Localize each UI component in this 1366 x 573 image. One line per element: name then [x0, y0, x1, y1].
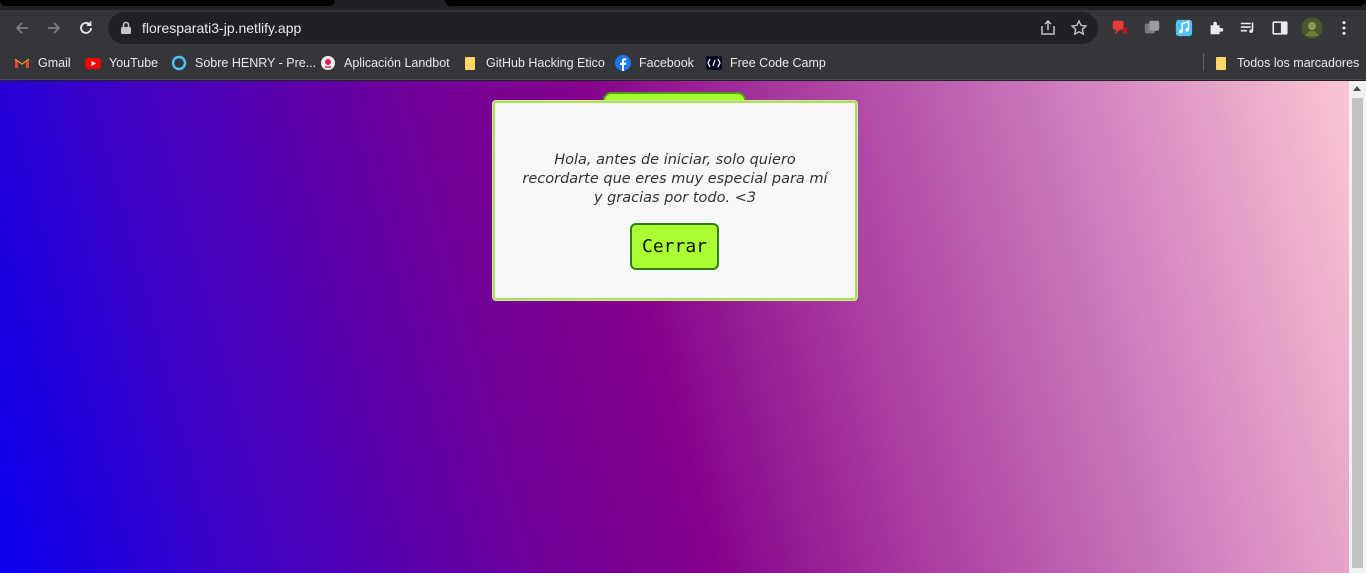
folder-icon: [462, 55, 478, 71]
folder-icon: [1213, 55, 1229, 71]
tab-right[interactable]: [445, 0, 1366, 6]
facebook-icon: [615, 55, 631, 71]
bookmark-facebook[interactable]: Facebook: [615, 54, 694, 72]
bookmark-label: Aplicación Landbot: [344, 56, 450, 70]
bookmark-youtube[interactable]: YouTube: [85, 54, 158, 72]
bookmark-github-hacking[interactable]: GitHub Hacking Etico: [462, 54, 605, 72]
browser-toolbar: floresparati3-jp.netlify.app: [0, 10, 1366, 45]
share-icon[interactable]: [1039, 19, 1057, 37]
youtube-icon: [85, 55, 101, 71]
arrow-right-icon: [48, 22, 61, 34]
scrollbar-thumb[interactable]: [1352, 98, 1363, 568]
profile-avatar[interactable]: [1301, 17, 1323, 39]
extension-music-icon[interactable]: [1174, 18, 1194, 38]
bookmarks-bar: Gmail YouTube Sobre HENRY - Pre... Aplic…: [0, 45, 1366, 80]
back-button[interactable]: [8, 14, 36, 42]
reload-icon: [80, 21, 92, 34]
forward-button[interactable]: [40, 14, 68, 42]
bookmark-label: Facebook: [639, 56, 694, 70]
extension-gray-icon[interactable]: [1142, 18, 1162, 38]
bookmark-label: Free Code Camp: [730, 56, 826, 70]
reload-button[interactable]: [72, 14, 100, 42]
bookmark-freecodecamp[interactable]: Free Code Camp: [706, 54, 826, 72]
bookmark-label: Sobre HENRY - Pre...: [195, 56, 317, 70]
puzzle-icon[interactable]: [1206, 18, 1226, 38]
page-viewport: Hola, antes de iniciar, solo quiero reco…: [0, 81, 1349, 573]
bookmarks-separator: [1203, 53, 1204, 71]
tab-left[interactable]: [0, 0, 335, 6]
bookmark-label: YouTube: [109, 56, 159, 70]
welcome-modal: Hola, antes de iniciar, solo quiero reco…: [493, 101, 857, 300]
side-panel-icon[interactable]: [1270, 18, 1290, 38]
bookmark-all-folder[interactable]: Todos los marcadores: [1213, 54, 1359, 72]
henry-icon: [171, 55, 187, 71]
star-icon[interactable]: [1070, 19, 1088, 37]
bookmark-henry[interactable]: Sobre HENRY - Pre...: [171, 54, 316, 72]
gmail-icon: [14, 55, 30, 71]
arrow-left-icon: [15, 22, 28, 34]
bookmark-label: Todos los marcadores: [1237, 56, 1360, 70]
scroll-up-arrow-icon[interactable]: [1353, 86, 1361, 91]
bookmark-gmail[interactable]: Gmail: [14, 54, 71, 72]
bookmark-label: Gmail: [38, 56, 71, 70]
modal-message: Hola, antes de iniciar, solo quiero reco…: [522, 152, 828, 206]
landbot-icon: [320, 55, 336, 71]
menu-kebab-icon[interactable]: [1334, 18, 1354, 38]
url-text: floresparati3-jp.netlify.app: [142, 20, 302, 36]
reading-list-icon[interactable]: [1238, 18, 1258, 38]
lock-icon: [121, 21, 131, 34]
tab-strip: [0, 0, 1366, 10]
bookmark-landbot[interactable]: Aplicación Landbot: [320, 54, 450, 72]
page-scrollbar[interactable]: [1349, 81, 1366, 573]
bookmark-label: GitHub Hacking Etico: [486, 56, 605, 70]
address-bar[interactable]: floresparati3-jp.netlify.app: [108, 12, 1098, 44]
close-button[interactable]: Cerrar: [630, 223, 719, 270]
extension-red-icon[interactable]: [1110, 18, 1130, 38]
freecodecamp-icon: [706, 55, 722, 71]
